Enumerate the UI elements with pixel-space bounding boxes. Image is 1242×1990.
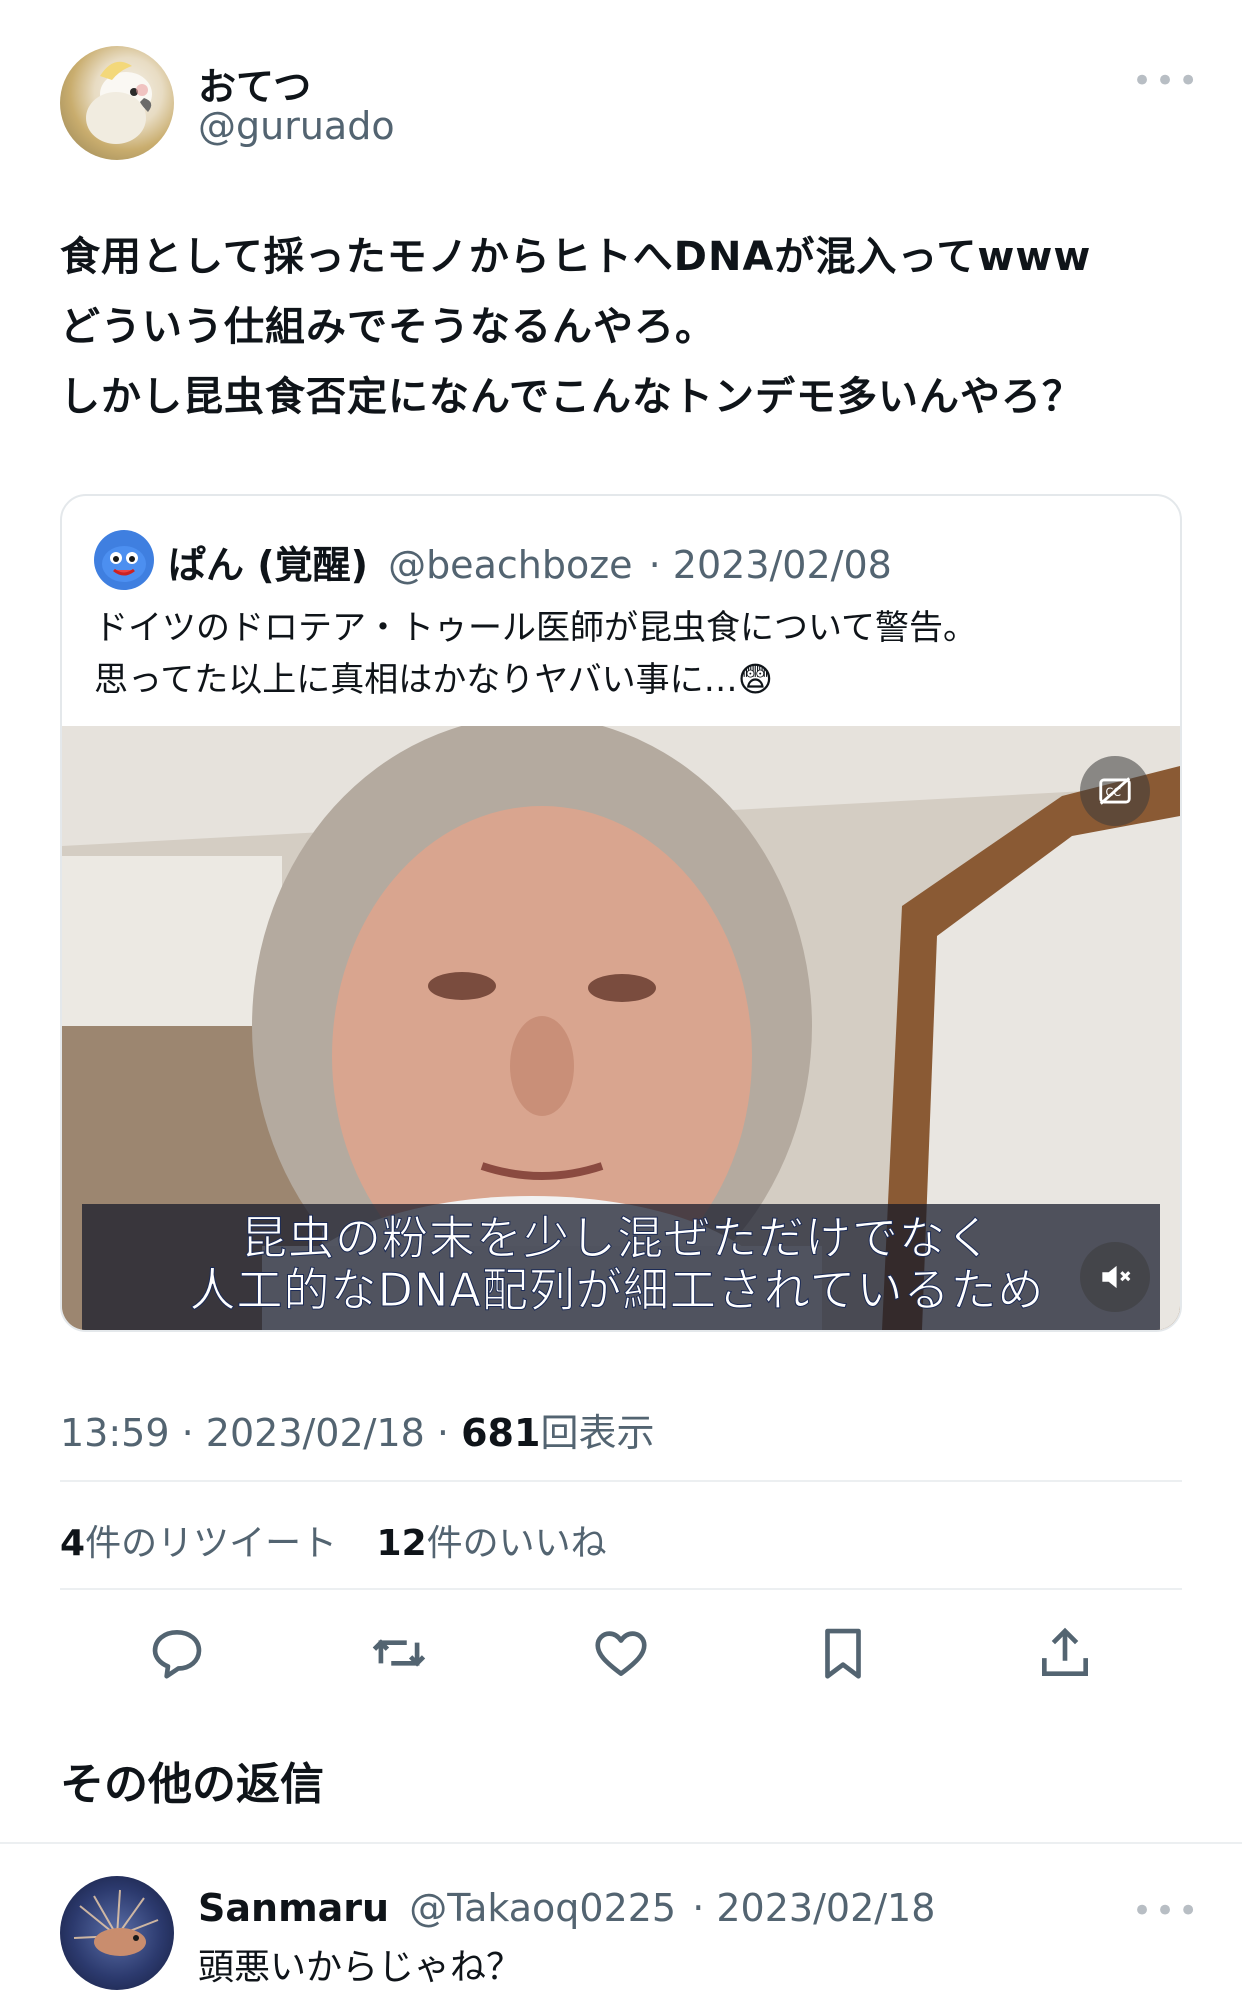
captions-icon: CC <box>1099 777 1131 805</box>
tweet-date[interactable]: 2023/02/18 <box>206 1411 425 1455</box>
retweet-button[interactable] <box>364 1618 434 1688</box>
meta-separator: · <box>436 1411 450 1455</box>
reply-date: · 2023/02/18 <box>692 1886 936 1930</box>
mute-button[interactable] <box>1080 1242 1150 1312</box>
share-upload-icon <box>1042 1627 1088 1676</box>
like-label: 件のいいね <box>426 1523 607 1564</box>
author-avatar[interactable] <box>60 46 174 160</box>
quote-tweet-card[interactable]: ぱん (覚醒) @beachboze · 2023/02/08 ドイツのドロテア… <box>60 494 1182 1332</box>
speech-bubble-icon <box>152 1630 202 1679</box>
retweet-count: 4 <box>60 1523 86 1564</box>
quote-author-name: ぱん (覚醒) <box>168 543 368 587</box>
slime-face-icon <box>102 546 146 582</box>
reply-button[interactable] <box>142 1618 212 1688</box>
reply-author-name[interactable]: Sanmaru <box>198 1886 389 1930</box>
lionfish-avatar-image <box>73 1889 159 1956</box>
captions-toggle-button[interactable]: CC <box>1080 756 1150 826</box>
divider <box>60 1480 1182 1482</box>
author-handle[interactable]: @guruado <box>198 104 395 148</box>
reply-text: 頭悪いからじゃね？ <box>198 1947 523 1988</box>
like-stat[interactable]: 12件のいいね <box>377 1523 607 1564</box>
meta-separator: · <box>181 1411 194 1455</box>
quote-date: · 2023/02/08 <box>648 543 892 587</box>
reply-more-options-icon[interactable]: ••• <box>1132 1894 1201 1928</box>
divider <box>0 1842 1242 1844</box>
tweet-time[interactable]: 13:59 <box>60 1411 170 1455</box>
reply-author-handle[interactable]: @Takaoq0225 <box>409 1886 676 1930</box>
quote-author-avatar <box>94 530 154 590</box>
speaker-muted-icon <box>1102 1265 1131 1289</box>
bookmark-icon <box>825 1628 861 1679</box>
heart-icon <box>595 1631 647 1676</box>
tweet-text: 食用として採ったモノからヒトへDNAが混入ってwww どういう仕組みでそうなるん… <box>60 234 1092 420</box>
quote-text: ドイツのドロテア・トゥール医師が昆虫食について警告。 思ってた以上に真相はかなり… <box>94 608 977 700</box>
author-name[interactable]: おてつ <box>198 56 311 111</box>
other-replies-heading: その他の返信 <box>60 1759 324 1810</box>
view-count-label: 回表示 <box>540 1411 655 1455</box>
bookmark-button[interactable] <box>808 1618 878 1688</box>
quote-author-handle: @beachboze <box>388 543 633 587</box>
view-count: 681 <box>461 1411 541 1455</box>
quote-video[interactable]: CC 昆虫の粉末を少し混ぜただけでなく 人工的なDNA配列が細工されているため <box>62 726 1180 1330</box>
more-options-icon[interactable]: ••• <box>1132 64 1201 98</box>
retweet-stat[interactable]: 4件のリツイート <box>60 1523 349 1564</box>
video-subtitle: 昆虫の粉末を少し混ぜただけでなく 人工的なDNA配列が細工されているため <box>189 1211 1045 1317</box>
share-button[interactable] <box>1030 1618 1100 1688</box>
divider <box>60 1588 1182 1590</box>
retweet-arrows-icon <box>372 1639 426 1667</box>
like-count: 12 <box>376 1523 427 1564</box>
like-button[interactable] <box>586 1618 656 1688</box>
cockatoo-avatar-image <box>86 61 152 144</box>
reply-author-avatar[interactable] <box>60 1876 174 1990</box>
retweet-label: 件のリツイート <box>85 1523 338 1564</box>
